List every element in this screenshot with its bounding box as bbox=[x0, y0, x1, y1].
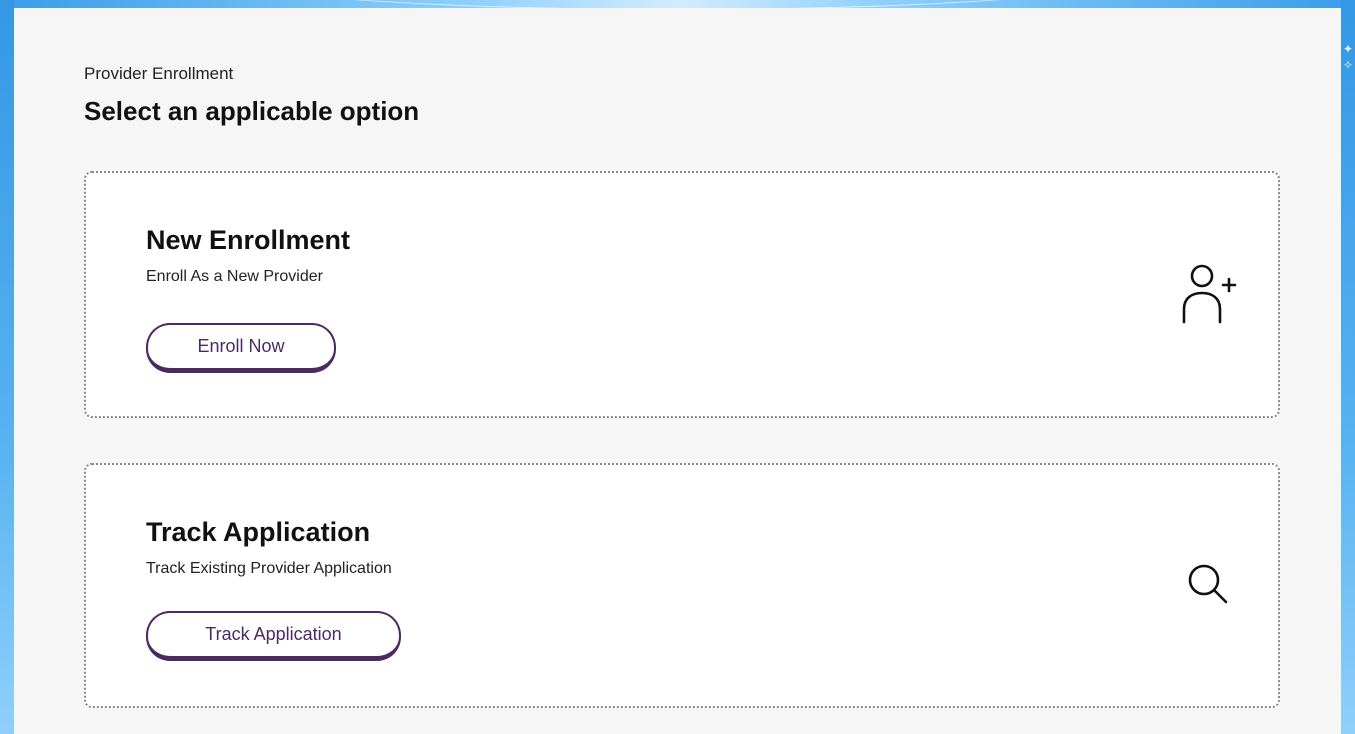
track-application-card: Track Application Track Existing Provide… bbox=[84, 463, 1280, 708]
card-subtitle: Enroll As a New Provider bbox=[146, 268, 323, 285]
track-application-button[interactable]: Track Application bbox=[146, 611, 401, 661]
page-title: Select an applicable option bbox=[84, 96, 420, 126]
card-title: Track Application bbox=[146, 517, 371, 547]
new-enrollment-card: New Enrollment Enroll As a New Provider … bbox=[84, 171, 1280, 418]
sparkle-icon: ✦ bbox=[1343, 42, 1354, 56]
left-frame-decoration bbox=[0, 0, 14, 734]
page-eyebrow: Provider Enrollment bbox=[84, 64, 234, 83]
right-frame-decoration: ✦ ✧ bbox=[1341, 0, 1355, 734]
sparkle-icon: ✧ bbox=[1343, 58, 1354, 72]
card-subtitle: Track Existing Provider Application bbox=[146, 560, 392, 577]
enroll-now-button[interactable]: Enroll Now bbox=[146, 323, 336, 373]
card-title: New Enrollment bbox=[146, 225, 351, 255]
add-user-icon bbox=[1180, 263, 1240, 325]
search-icon bbox=[1180, 555, 1240, 617]
enrollment-panel: Provider Enrollment Select an applicable… bbox=[14, 8, 1341, 734]
